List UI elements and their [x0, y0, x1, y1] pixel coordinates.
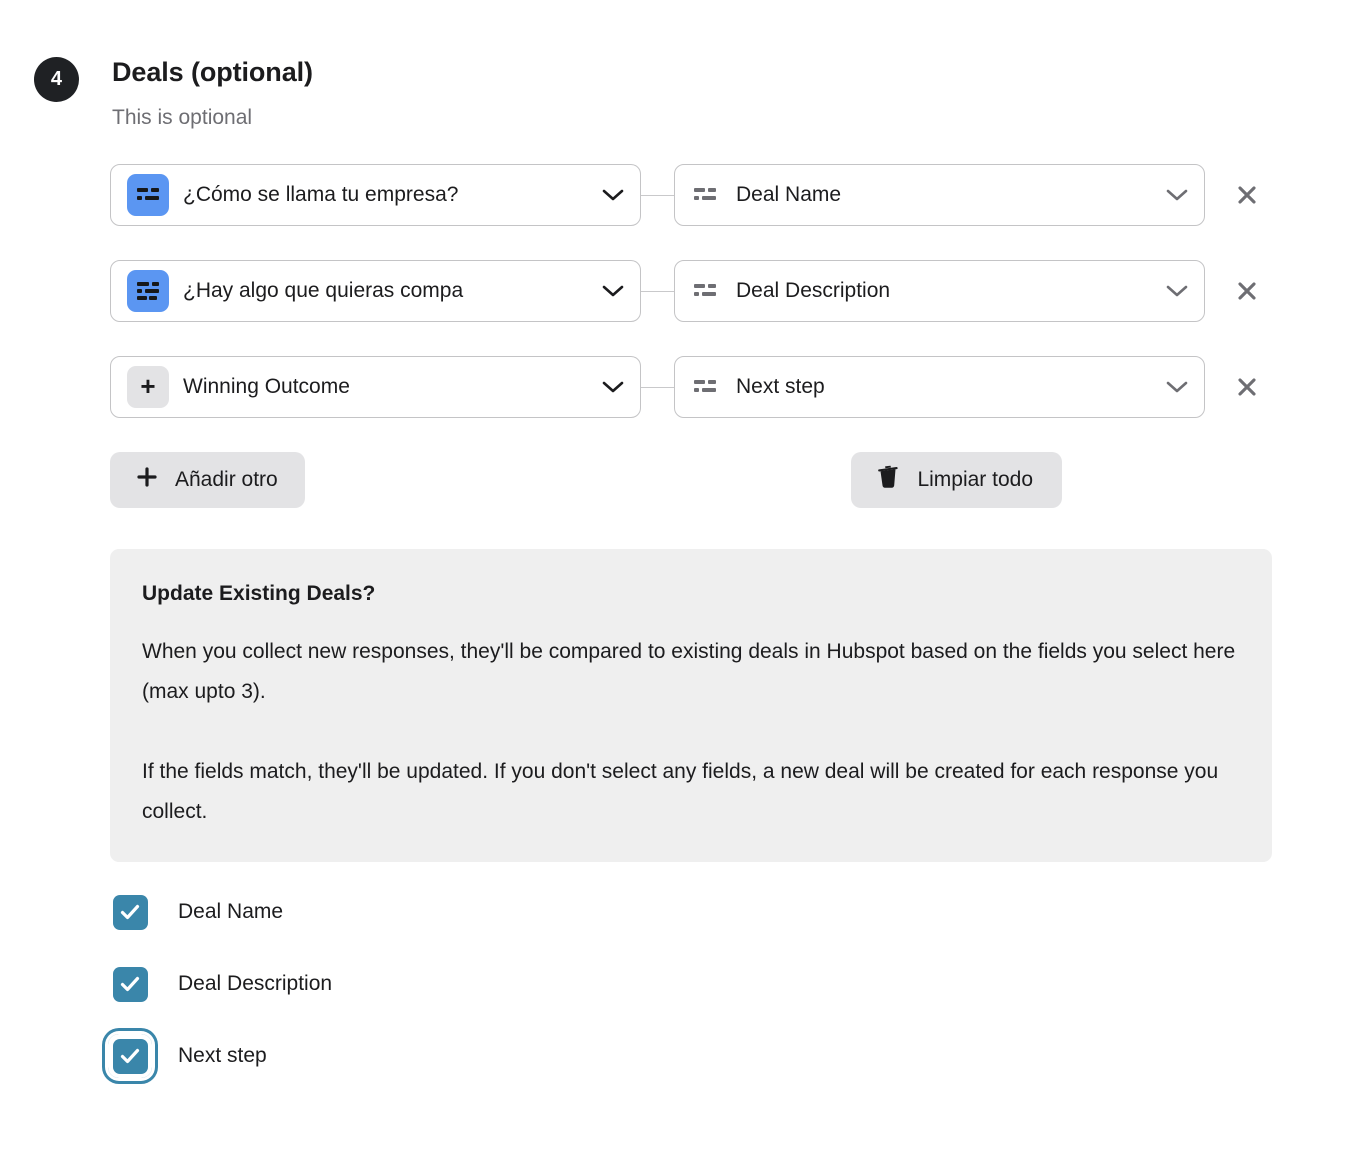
- remove-mapping-button-1[interactable]: [1232, 180, 1262, 210]
- target-field-select-1[interactable]: Deal Name: [674, 164, 1205, 226]
- checkbox-label: Deal Description: [178, 972, 333, 995]
- table-row: ¿Cómo se llama tu empresa? Deal Name: [110, 164, 1372, 226]
- source-field-select-3[interactable]: + Winning Outcome: [110, 356, 641, 418]
- clear-all-button-label: Limpiar todo: [917, 468, 1033, 491]
- plus-icon: +: [127, 366, 169, 408]
- close-icon: [1238, 186, 1256, 204]
- table-row: + Winning Outcome Next step: [110, 356, 1372, 418]
- target-field-label: Deal Name: [736, 183, 842, 206]
- add-another-button[interactable]: Añadir otro: [110, 452, 305, 508]
- info-panel-paragraph-1: When you collect new responses, they'll …: [142, 640, 1236, 703]
- check-icon: [120, 904, 140, 920]
- remove-mapping-button-3[interactable]: [1232, 372, 1262, 402]
- update-existing-deals-info-panel: Update Existing Deals? When you collect …: [110, 549, 1272, 862]
- list-item[interactable]: Deal Description: [108, 962, 1372, 1006]
- deals-section-header: 4 Deals (optional) This is optional: [0, 0, 1372, 131]
- mapping-actions: Añadir otro Limpiar todo: [0, 452, 1162, 508]
- field-mapping-list: ¿Cómo se llama tu empresa? Deal Name ¿Ha…: [0, 164, 1372, 418]
- target-field-select-2[interactable]: Deal Description: [674, 260, 1205, 322]
- target-field-label: Deal Description: [736, 279, 891, 302]
- target-field-select-3[interactable]: Next step: [674, 356, 1205, 418]
- short-text-field-icon: [691, 277, 719, 305]
- close-icon: [1238, 378, 1256, 396]
- check-icon: [120, 976, 140, 992]
- table-row: ¿Hay algo que quieras compa Deal Descrip…: [110, 260, 1372, 322]
- trash-icon: [877, 465, 899, 495]
- source-field-select-2[interactable]: ¿Hay algo que quieras compa: [110, 260, 641, 322]
- target-field-label: Next step: [736, 375, 825, 398]
- clear-all-button[interactable]: Limpiar todo: [851, 452, 1062, 508]
- mapping-connector-3: [641, 386, 674, 388]
- close-icon: [1238, 282, 1256, 300]
- chevron-down-icon: [1164, 374, 1190, 400]
- source-field-label: ¿Cómo se llama tu empresa?: [183, 183, 459, 206]
- chevron-down-icon: [600, 182, 626, 208]
- match-fields-checkbox-list: Deal Name Deal Description Next step: [0, 890, 1372, 1078]
- checkbox-label: Deal Name: [178, 900, 284, 923]
- page-title: Deals (optional): [112, 57, 313, 87]
- source-field-label: Winning Outcome: [183, 375, 350, 398]
- source-field-select-1[interactable]: ¿Cómo se llama tu empresa?: [110, 164, 641, 226]
- checkbox-deal-description[interactable]: [108, 962, 152, 1006]
- plus-icon: [137, 467, 157, 493]
- short-text-field-icon: [127, 174, 169, 216]
- info-panel-paragraph-2: If the fields match, they'll be updated.…: [142, 760, 1219, 823]
- chevron-down-icon: [600, 278, 626, 304]
- checkbox-next-step[interactable]: [108, 1034, 152, 1078]
- short-text-field-icon: [691, 181, 719, 209]
- chevron-down-icon: [600, 374, 626, 400]
- page-subtitle: This is optional: [112, 106, 253, 129]
- check-icon: [120, 1048, 140, 1064]
- source-field-label: ¿Hay algo que quieras compa: [183, 279, 464, 302]
- info-panel-title: Update Existing Deals?: [142, 582, 376, 605]
- short-text-field-icon: [691, 373, 719, 401]
- checkbox-deal-name[interactable]: [108, 890, 152, 934]
- mapping-connector-1: [641, 194, 674, 196]
- list-item[interactable]: Deal Name: [108, 890, 1372, 934]
- chevron-down-icon: [1164, 278, 1190, 304]
- step-number-badge: 4: [34, 57, 79, 102]
- long-text-field-icon: [127, 270, 169, 312]
- remove-mapping-button-2[interactable]: [1232, 276, 1262, 306]
- mapping-connector-2: [641, 290, 674, 292]
- add-another-button-label: Añadir otro: [175, 468, 278, 491]
- chevron-down-icon: [1164, 182, 1190, 208]
- list-item[interactable]: Next step: [108, 1034, 1372, 1078]
- checkbox-label: Next step: [178, 1044, 267, 1067]
